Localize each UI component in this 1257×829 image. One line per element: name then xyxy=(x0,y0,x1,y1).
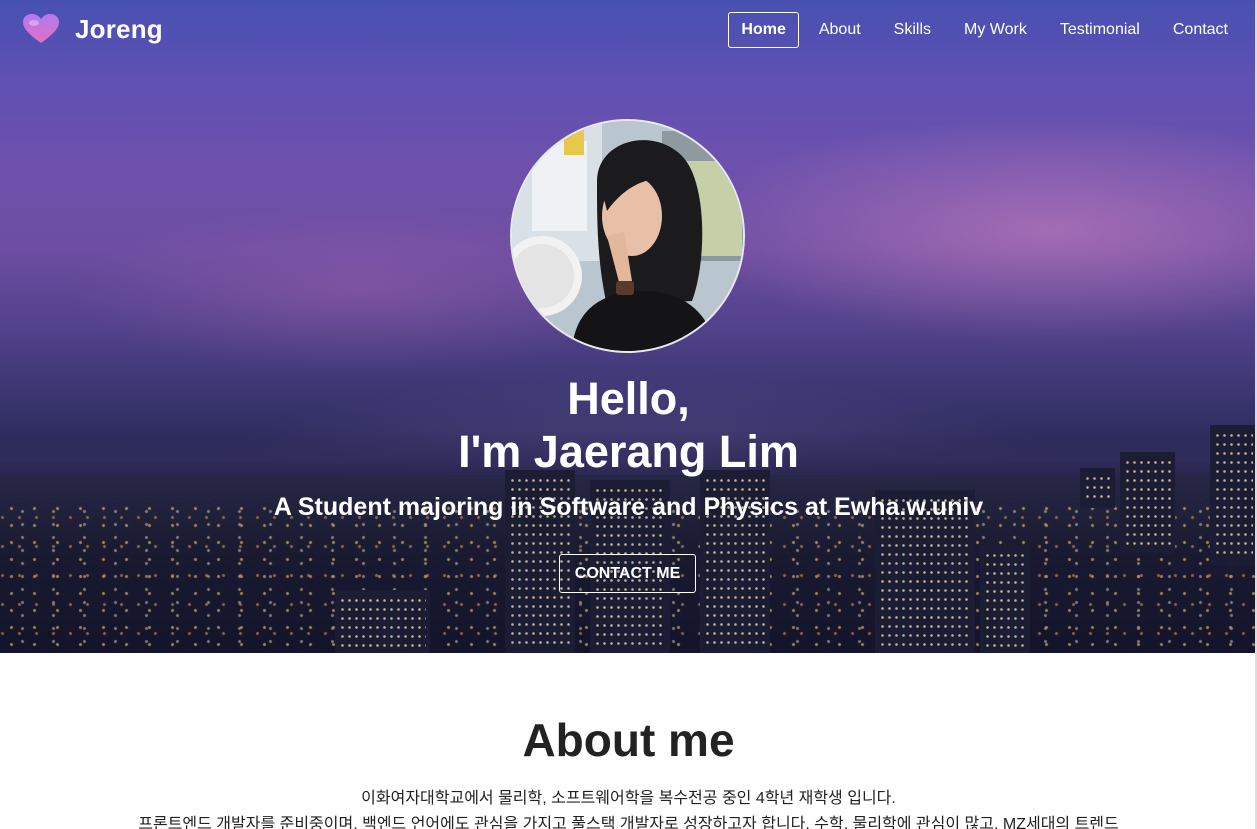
nav-item-skills[interactable]: Skills xyxy=(881,12,944,48)
profile-avatar xyxy=(510,119,745,353)
nav-item-home[interactable]: Home xyxy=(728,12,799,48)
about-line: 프론트엔드 개발자를 준비중이며, 백엔드 언어에도 관심을 가지고 풀스택 개… xyxy=(138,816,1119,829)
hero-name: I'm Jaerang Lim xyxy=(458,426,799,477)
about-title: About me xyxy=(522,714,735,766)
hero-subtitle: A Student majoring in Software and Physi… xyxy=(273,493,984,521)
brand-name: Joreng xyxy=(75,13,163,44)
hero-greeting: Hello, xyxy=(567,373,690,424)
about-line: 이화여자대학교에서 물리학, 소프트웨어학을 복수전공 중인 4학년 재학생 입… xyxy=(361,790,896,807)
brand-link[interactable]: Joreng xyxy=(22,12,163,46)
nav-menu: Home About Skills My Work Testimonial Co… xyxy=(721,12,1241,48)
nav-item-about[interactable]: About xyxy=(806,12,874,48)
nav-item-contact[interactable]: Contact xyxy=(1160,12,1241,48)
nav-item-my-work[interactable]: My Work xyxy=(951,12,1040,48)
nav-item-testimonial[interactable]: Testimonial xyxy=(1047,12,1153,48)
about-text: 이화여자대학교에서 물리학, 소프트웨어학을 복수전공 중인 4학년 재학생 입… xyxy=(0,786,1257,829)
profile-photo-icon xyxy=(512,121,743,351)
contact-me-button[interactable]: CONTACT ME xyxy=(559,554,696,593)
heart-logo-icon xyxy=(23,14,59,43)
top-navbar: Joreng Home About Skills My Work Testimo… xyxy=(0,0,1257,60)
